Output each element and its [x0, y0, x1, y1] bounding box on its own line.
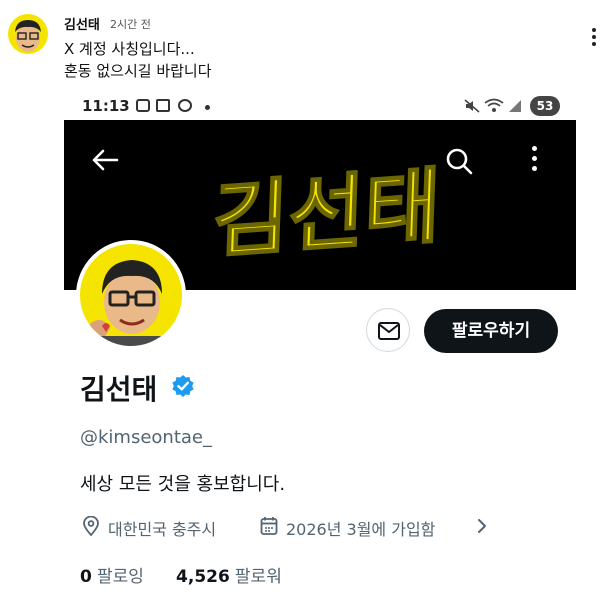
banner-logo: 김선태: [214, 158, 443, 270]
mute-icon: [464, 99, 480, 113]
post-header: 김선태 2시간 전 X 계정 사칭입니다... 혼동 없으시길 바랍니다: [8, 8, 601, 84]
post-text-line-1: X 계정 사칭입니다...: [64, 40, 195, 58]
app-icon: [178, 99, 192, 112]
profile-bio: 세상 모든 것을 홍보합니다.: [80, 474, 286, 495]
more-options-icon[interactable]: [526, 146, 542, 176]
screen-record-icon: [136, 99, 150, 112]
chevron-right-icon[interactable]: [476, 516, 488, 536]
display-name: 김선태: [80, 373, 158, 406]
calendar-icon: [260, 517, 278, 535]
followers-label: 팔로워: [234, 567, 282, 587]
profile-screenshot: 11:13 53 김선태 팔로우하기 김선태 @kimseontae_ 세상 모…: [64, 90, 576, 593]
profile-location: 대한민국 충주시: [108, 520, 217, 539]
search-icon[interactable]: [444, 146, 474, 176]
post-text-line-2: 혼동 없으시길 바랍니다: [64, 62, 212, 80]
followers-stat[interactable]: 4,526 팔로워: [176, 567, 282, 587]
location-pin-icon: [83, 516, 99, 536]
profile-meta: 대한민국 충주시 2026년 3월에 가입함: [80, 514, 576, 539]
post-timestamp: 2시간 전: [110, 18, 151, 31]
status-bar: 11:13 53: [64, 90, 576, 120]
vertical-dots-icon[interactable]: [589, 28, 599, 50]
wifi-icon: [484, 98, 504, 112]
follow-stats: 0 팔로잉 4,526 팔로워: [80, 562, 576, 587]
profile-handle: @kimseontae_: [80, 427, 212, 448]
follow-button[interactable]: 팔로우하기: [424, 309, 558, 353]
post-author-name[interactable]: 김선태: [64, 14, 100, 33]
followers-count: 4,526: [176, 567, 230, 587]
battery-indicator: 53: [530, 96, 560, 116]
message-button[interactable]: [366, 308, 410, 352]
verified-badge-icon[interactable]: [171, 374, 195, 398]
gmail-icon: [156, 99, 170, 112]
post-author-avatar[interactable]: [8, 14, 48, 54]
following-stat[interactable]: 0 팔로잉: [80, 567, 149, 587]
back-arrow-icon[interactable]: [90, 148, 120, 172]
banner-title: 김선태: [214, 159, 442, 269]
notification-dot-icon: [205, 105, 210, 110]
signal-icon: [509, 100, 521, 112]
following-count: 0: [80, 567, 92, 587]
profile-avatar[interactable]: [76, 240, 186, 350]
profile-join-date: 2026년 3월에 가입함: [286, 520, 436, 539]
envelope-icon: [378, 322, 400, 340]
status-time: 11:13: [82, 97, 130, 115]
battery-level: 53: [530, 96, 560, 116]
following-label: 팔로잉: [96, 567, 144, 587]
